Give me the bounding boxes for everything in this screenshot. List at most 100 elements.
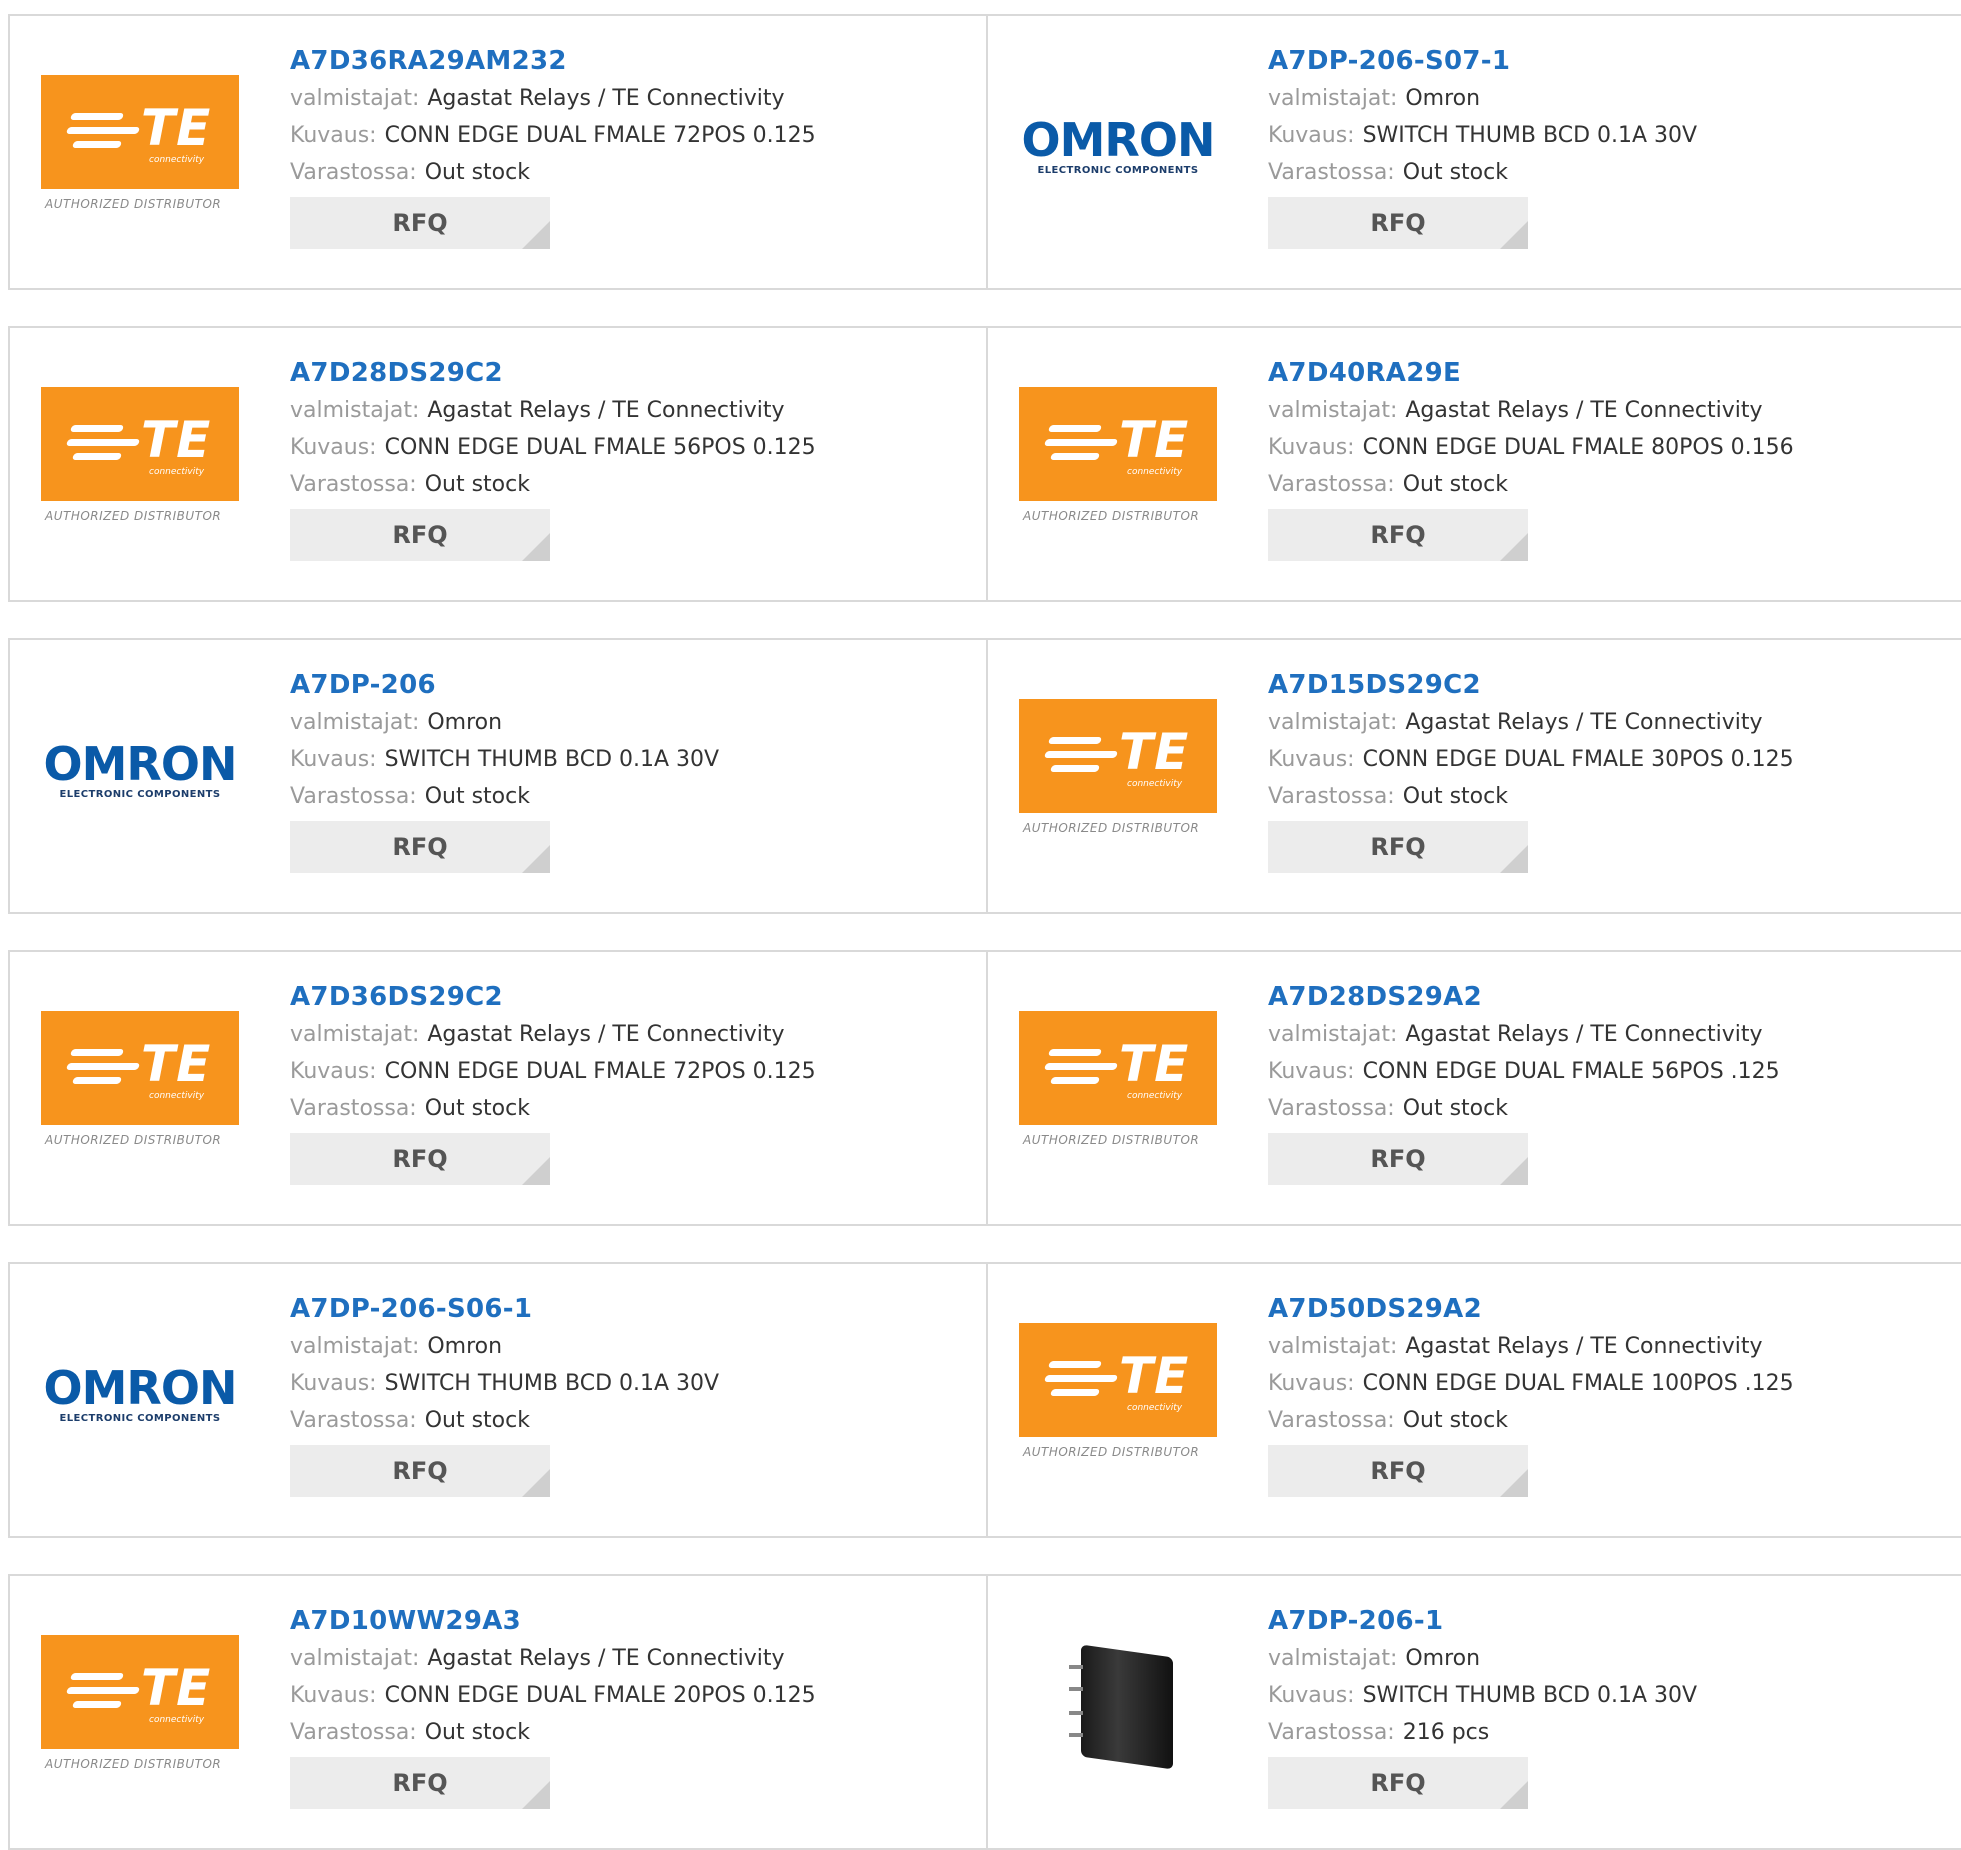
te-logo-bar xyxy=(65,439,141,446)
te-logo-word: TE xyxy=(1119,1035,1190,1093)
te-logo-background: TE connectivity xyxy=(41,387,239,501)
product-stock-row: Varastossa: Out stock xyxy=(290,778,719,815)
product-grid: TE connectivity AUTHORIZED DISTRIBUTOR A7D3… xyxy=(0,0,1961,1850)
product-part-link[interactable]: A7D10WW29A3 xyxy=(290,1606,816,1640)
description-label: Kuvaus: xyxy=(290,1371,377,1396)
stock-value: Out stock xyxy=(424,160,530,185)
manufacturer-value: Agastat Relays / TE Connectivity xyxy=(1405,398,1763,423)
omron-logo-word: OMRON xyxy=(1021,112,1216,167)
product-stock-row: Varastossa: Out stock xyxy=(290,1402,719,1439)
product-card: TE connectivity AUTHORIZED DISTRIBUTOR A7D2… xyxy=(8,326,988,602)
manufacturer-value: Omron xyxy=(1405,86,1481,111)
manufacturer-value: Agastat Relays / TE Connectivity xyxy=(1405,1334,1763,1359)
product-info: A7DP-206 valmistajat: Omron Kuvaus: SWITCH T… xyxy=(290,670,719,873)
stock-label: Varastossa: xyxy=(290,784,417,809)
te-logo-bar xyxy=(71,453,123,460)
product-description-row: Kuvaus: CONN EDGE DUAL FMALE 20POS 0.125 xyxy=(290,1677,816,1714)
te-logo-sub: connectivity xyxy=(1127,467,1183,477)
manufacturer-logo: OMRON ELECTRONIC COMPONENTS xyxy=(40,1314,240,1474)
description-value: CONN EDGE DUAL FMALE 72POS 0.125 xyxy=(384,1059,816,1084)
product-manufacturer-row: valmistajat: Agastat Relays / TE Connecti… xyxy=(290,392,816,429)
stock-label: Varastossa: xyxy=(1268,784,1395,809)
product-part-link[interactable]: A7DP-206 xyxy=(290,670,719,704)
product-manufacturer-row: valmistajat: Omron xyxy=(290,704,719,741)
rfq-button[interactable]: RFQ xyxy=(1268,821,1528,873)
product-stock-row: Varastossa: Out stock xyxy=(1268,1402,1794,1439)
product-stock-row: Varastossa: 216 pcs xyxy=(1268,1714,1697,1751)
te-logo-sub: connectivity xyxy=(149,1091,205,1101)
rfq-button[interactable]: RFQ xyxy=(1268,509,1528,561)
manufacturer-value: Omron xyxy=(1405,1646,1481,1671)
product-part-link[interactable]: A7DP-206-S06-1 xyxy=(290,1294,719,1328)
product-part-link[interactable]: A7D36RA29AM232 xyxy=(290,46,816,80)
stock-value: Out stock xyxy=(1402,160,1508,185)
product-description-row: Kuvaus: SWITCH THUMB BCD 0.1A 30V xyxy=(290,741,719,778)
rfq-button[interactable]: RFQ xyxy=(290,821,550,873)
product-info: A7D10WW29A3 valmistajat: Agastat Relays / … xyxy=(290,1606,816,1809)
te-logo-background: TE connectivity xyxy=(1019,1323,1217,1437)
product-stock-row: Varastossa: Out stock xyxy=(290,1090,816,1127)
te-logo-bar xyxy=(1047,1361,1103,1368)
product-part-link[interactable]: A7D40RA29E xyxy=(1268,358,1794,392)
description-value: CONN EDGE DUAL FMALE 56POS 0.125 xyxy=(384,435,816,460)
description-value: SWITCH THUMB BCD 0.1A 30V xyxy=(1362,123,1698,148)
te-logo-sub: connectivity xyxy=(149,467,205,477)
manufacturer-label: valmistajat: xyxy=(290,398,420,423)
manufacturer-logo xyxy=(1018,1626,1218,1786)
manufacturer-value: Agastat Relays / TE Connectivity xyxy=(427,1646,785,1671)
authorized-distributor-text: AUTHORIZED DISTRIBUTOR xyxy=(45,509,222,523)
description-label: Kuvaus: xyxy=(1268,435,1355,460)
product-card: TE connectivity AUTHORIZED DISTRIBUTOR A7D5… xyxy=(986,1262,1961,1538)
te-logo-word: TE xyxy=(1119,1347,1190,1405)
product-manufacturer-row: valmistajat: Agastat Relays / TE Connecti… xyxy=(290,1016,816,1053)
te-connectivity-logo: TE connectivity AUTHORIZED DISTRIBUTOR xyxy=(41,387,239,529)
product-card: OMRON ELECTRONIC COMPONENTS A7DP-206-S07-1… xyxy=(986,14,1961,290)
rfq-button[interactable]: RFQ xyxy=(290,1757,550,1809)
rfq-button[interactable]: RFQ xyxy=(1268,1133,1528,1185)
product-part-link[interactable]: A7D28DS29C2 xyxy=(290,358,816,392)
product-info: A7D28DS29C2 valmistajat: Agastat Relays / … xyxy=(290,358,816,561)
manufacturer-value: Omron xyxy=(427,710,503,735)
te-logo-sub: connectivity xyxy=(149,1715,205,1725)
product-part-link[interactable]: A7D50DS29A2 xyxy=(1268,1294,1794,1328)
rfq-button[interactable]: RFQ xyxy=(290,1445,550,1497)
authorized-distributor-text: AUTHORIZED DISTRIBUTOR xyxy=(1023,1445,1200,1459)
manufacturer-logo: OMRON ELECTRONIC COMPONENTS xyxy=(40,690,240,850)
product-description-row: Kuvaus: CONN EDGE DUAL FMALE 56POS 0.125 xyxy=(290,429,816,466)
description-value: CONN EDGE DUAL FMALE 80POS 0.156 xyxy=(1362,435,1794,460)
product-info: A7DP-206-S06-1 valmistajat: Omron Kuvaus: SW… xyxy=(290,1294,719,1497)
rfq-button[interactable]: RFQ xyxy=(1268,197,1528,249)
te-logo-bars xyxy=(65,1673,141,1708)
description-label: Kuvaus: xyxy=(290,123,377,148)
product-photo xyxy=(1043,1631,1193,1781)
manufacturer-logo: OMRON ELECTRONIC COMPONENTS xyxy=(1018,66,1218,226)
rfq-button[interactable]: RFQ xyxy=(290,1133,550,1185)
product-stock-row: Varastossa: Out stock xyxy=(1268,1090,1780,1127)
product-part-link[interactable]: A7DP-206-S07-1 xyxy=(1268,46,1697,80)
manufacturer-value: Agastat Relays / TE Connectivity xyxy=(427,86,785,111)
product-info: A7D40RA29E valmistajat: Agastat Relays / T… xyxy=(1268,358,1794,561)
product-manufacturer-row: valmistajat: Agastat Relays / TE Connecti… xyxy=(290,80,816,117)
stock-label: Varastossa: xyxy=(290,1720,417,1745)
rfq-button[interactable]: RFQ xyxy=(1268,1757,1528,1809)
manufacturer-label: valmistajat: xyxy=(290,86,420,111)
stock-label: Varastossa: xyxy=(290,1096,417,1121)
product-part-link[interactable]: A7D28DS29A2 xyxy=(1268,982,1780,1016)
manufacturer-label: valmistajat: xyxy=(1268,1334,1398,1359)
product-part-link[interactable]: A7D15DS29C2 xyxy=(1268,670,1794,704)
te-logo-bar xyxy=(71,1077,123,1084)
manufacturer-label: valmistajat: xyxy=(1268,1022,1398,1047)
description-value: CONN EDGE DUAL FMALE 20POS 0.125 xyxy=(384,1683,816,1708)
description-label: Kuvaus: xyxy=(290,747,377,772)
product-part-link[interactable]: A7D36DS29C2 xyxy=(290,982,816,1016)
product-stock-row: Varastossa: Out stock xyxy=(290,154,816,191)
rfq-button[interactable]: RFQ xyxy=(290,197,550,249)
rfq-button[interactable]: RFQ xyxy=(290,509,550,561)
product-stock-row: Varastossa: Out stock xyxy=(1268,778,1794,815)
product-part-link[interactable]: A7DP-206-1 xyxy=(1268,1606,1697,1640)
te-logo-sub: connectivity xyxy=(1127,1403,1183,1413)
te-logo-sub: connectivity xyxy=(1127,779,1183,789)
rfq-button[interactable]: RFQ xyxy=(1268,1445,1528,1497)
manufacturer-logo: TE connectivity AUTHORIZED DISTRIBUTOR xyxy=(1018,1314,1218,1474)
manufacturer-value: Agastat Relays / TE Connectivity xyxy=(427,398,785,423)
